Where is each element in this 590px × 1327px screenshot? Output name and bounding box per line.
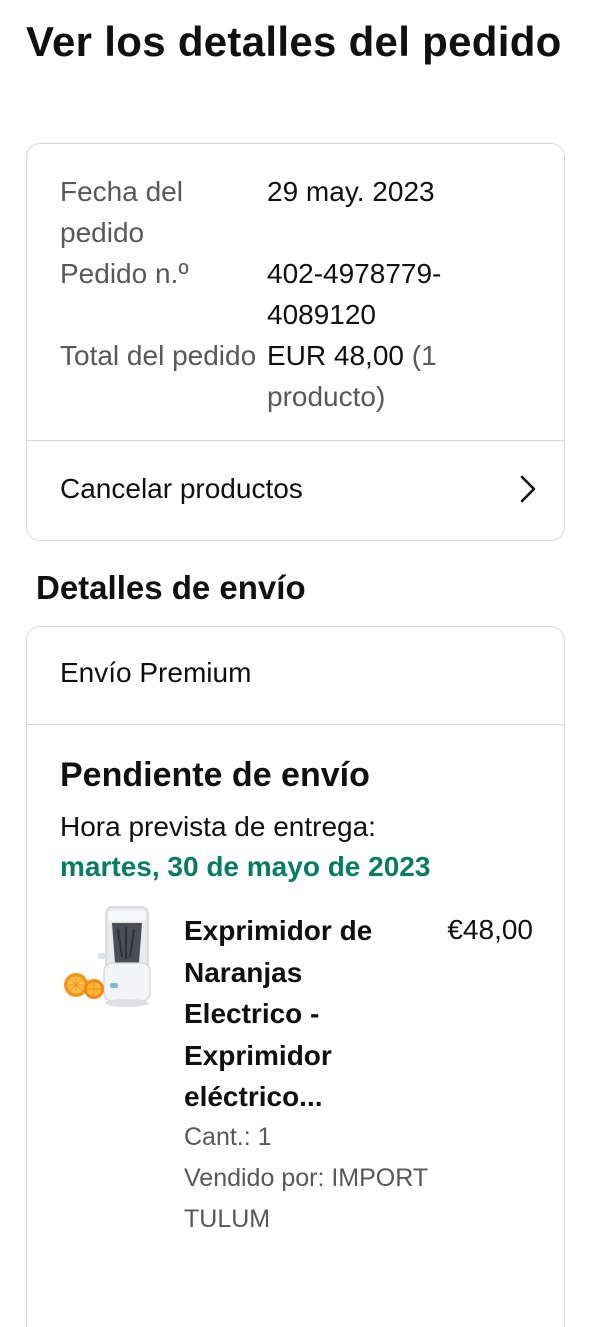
order-date-row: Fecha del pedido 29 may. 2023: [60, 171, 540, 253]
delivery-estimate-date: martes, 30 de mayo de 2023: [60, 851, 431, 882]
shipping-method: Envío Premium: [60, 657, 252, 688]
order-total-row: Total del pedido EUR 48,00 (1 producto): [60, 335, 540, 417]
product-title-link[interactable]: Exprimidor de Naranjas Electrico - Expri…: [184, 910, 414, 1118]
delivery-estimate-label: Hora prevista de entrega:: [60, 811, 376, 842]
order-number-row: Pedido n.º 402-4978779-4089120: [60, 253, 540, 335]
order-total-amount: EUR 48,00: [267, 340, 404, 371]
shipping-section-title: Detalles de envío: [36, 569, 306, 606]
order-total-value: EUR 48,00 (1 producto): [267, 335, 540, 417]
shipment-card: Envío Premium Pendiente de envío Hora pr…: [26, 626, 565, 1327]
shipment-status: Pendiente de envío: [60, 756, 370, 794]
cancel-products-label: Cancelar productos: [60, 473, 303, 504]
order-date-label: Fecha del pedido: [60, 176, 183, 248]
order-date-value: 29 may. 2023: [267, 176, 435, 207]
page-title: Ver los detalles del pedido: [26, 18, 562, 65]
order-summary-grid: Fecha del pedido 29 may. 2023 Pedido n.º…: [60, 171, 540, 417]
order-number-value: 402-4978779-4089120: [267, 258, 442, 330]
shipment-divider: [27, 724, 564, 725]
product-price: €48,00: [447, 914, 533, 945]
product-seller: Vendido por: IMPORT TULUM: [184, 1164, 428, 1233]
juicer-product-image[interactable]: [60, 905, 156, 1015]
order-total-label: Total del pedido: [60, 340, 257, 371]
product-quantity: Cant.: 1: [184, 1123, 272, 1151]
chevron-right-icon: [520, 475, 536, 503]
order-summary-card: Fecha del pedido 29 may. 2023 Pedido n.º…: [26, 143, 565, 541]
order-number-label: Pedido n.º: [60, 258, 189, 289]
cancel-products-button[interactable]: Cancelar productos: [27, 441, 564, 537]
